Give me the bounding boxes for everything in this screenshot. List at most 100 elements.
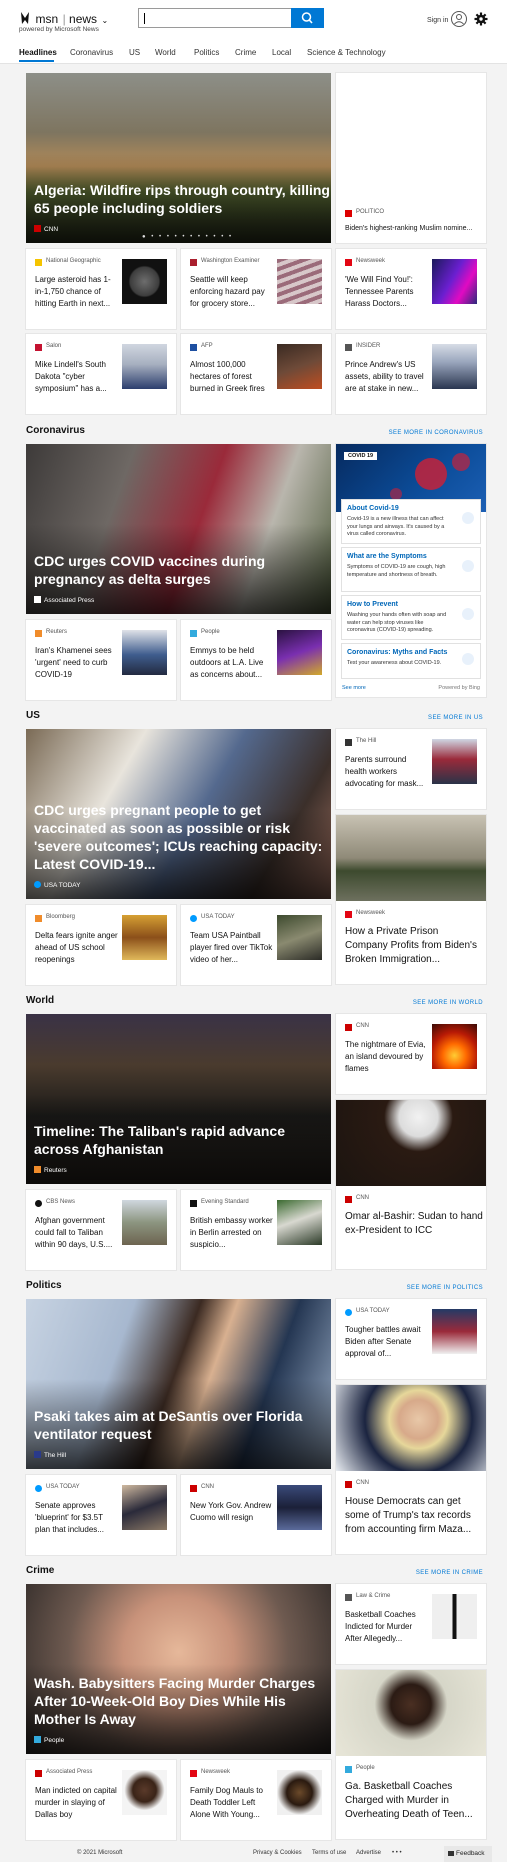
crime-hero-story[interactable]: Wash. Babysitters Facing Murder Charges … (26, 1584, 331, 1754)
carousel-dots[interactable]: ● • • • • • • • • • • • (142, 234, 233, 240)
politics-hero-story[interactable]: Psaki takes aim at DeSantis over Florida… (26, 1299, 331, 1469)
covid-about-item[interactable]: About Covid-19 Covid-19 is a new illness … (342, 500, 480, 543)
card-thumbnail (277, 1485, 322, 1530)
crime-card-1[interactable]: Associated Press Man indicted on capital … (26, 1760, 176, 1840)
us-card-1[interactable]: Bloomberg Delta fears ignite anger ahead … (26, 905, 176, 985)
tab-coronavirus[interactable]: Coronavirus (70, 48, 113, 57)
sign-in-link[interactable]: Sign in (427, 17, 448, 24)
covid-symptoms-item[interactable]: What are the Symptoms Symptoms of COVID-1… (342, 548, 480, 591)
card-title: Large asteroid has 1-in-1,750 chance of … (35, 275, 111, 308)
covid-prevent-item[interactable]: How to Prevent Washing your hands often w… (342, 596, 480, 639)
terms-link[interactable]: Terms of use (312, 1850, 346, 1856)
brand-msn: msn (35, 12, 59, 27)
world-card-2[interactable]: Evening Standard British embassy worker i… (181, 1190, 331, 1270)
card-title: British embassy worker in Berlin arreste… (190, 1216, 273, 1249)
active-tab-indicator (19, 60, 54, 62)
card-source: Bloomberg (46, 914, 76, 920)
top-card-5[interactable]: AFP Almost 100,000 hectares of forest bur… (181, 334, 331, 414)
top-hero-story[interactable]: Algeria: Wildfire rips through country, … (26, 73, 331, 243)
brand-news: news (69, 12, 98, 27)
crime-big-card[interactable]: People Ga. Basketball Coaches Charged wit… (336, 1670, 486, 1839)
politics-big-card[interactable]: CNN House Democrats can get some of Trump… (336, 1385, 486, 1554)
section-title-world: World (26, 995, 55, 1006)
crime-card-2[interactable]: Newsweek Family Dog Mauls to Death Toddle… (181, 1760, 331, 1840)
section-title-politics: Politics (26, 1280, 62, 1291)
top-card-1[interactable]: National Geographic Large asteroid has 1-… (26, 249, 176, 329)
us-hero-story[interactable]: CDC urges pregnant people to get vaccina… (26, 729, 331, 899)
tab-science-technology[interactable]: Science & Technology (307, 48, 386, 57)
top-card-3[interactable]: Newsweek 'We Will Find You!': Tennessee P… (336, 249, 486, 329)
coronavirus-card-2[interactable]: People Emmys to be held outdoors at L.A. … (181, 620, 331, 700)
card-title: Seattle will keep enforcing hazard pay f… (190, 275, 265, 308)
card-thumbnail (122, 630, 167, 675)
covid-myths-item[interactable]: Coronavirus: Myths and Facts Test your aw… (342, 644, 480, 678)
card-title: Team USA Paintball player fired over Tik… (190, 931, 273, 964)
politics-card-2[interactable]: CNN New York Gov. Andrew Cuomo will resig… (181, 1475, 331, 1555)
covid-info-widget: COVID 19 About Covid-19 Covid-19 is a new… (336, 444, 486, 697)
card-thumbnail (432, 259, 477, 304)
card-source: Newsweek (356, 910, 386, 916)
card-thumbnail (122, 259, 167, 304)
more-links-button[interactable]: • • • (392, 1850, 402, 1856)
coronavirus-hero-story[interactable]: CDC urges COVID vaccines during pregnanc… (26, 444, 331, 614)
covid-see-more-link[interactable]: See more (342, 685, 366, 691)
card-source: The Hill (356, 738, 377, 744)
tab-world[interactable]: World (155, 48, 176, 57)
category-nav: Headlines Coronavirus US World Politics … (0, 46, 507, 62)
card-title: Family Dog Mauls to Death Toddler Left A… (190, 1786, 263, 1819)
world-big-card[interactable]: CNN Omar al-Bashir: Sudan to hand ex-Pres… (336, 1100, 486, 1269)
hero-title: Timeline: The Taliban's rapid advance ac… (34, 1123, 285, 1157)
page-footer: © 2021 Microsoft Privacy & Cookies Terms… (0, 1846, 507, 1862)
tab-us[interactable]: US (129, 48, 140, 57)
card-thumbnail (277, 630, 322, 675)
tab-politics[interactable]: Politics (194, 48, 219, 57)
top-card-2[interactable]: Washington Examiner Seattle will keep enf… (181, 249, 331, 329)
see-more-coronavirus-link[interactable]: SEE MORE IN CORONAVIRUS (389, 430, 483, 436)
us-big-card[interactable]: Newsweek How a Private Prison Company Pro… (336, 815, 486, 984)
see-more-us-link[interactable]: SEE MORE IN US (428, 715, 483, 721)
privacy-link[interactable]: Privacy & Cookies (253, 1850, 302, 1856)
politics-side-card[interactable]: USA TODAY Tougher battles await Biden aft… (336, 1299, 486, 1379)
world-side-card[interactable]: CNN The nightmare of Evia, an island devo… (336, 1014, 486, 1094)
gear-icon[interactable] (474, 12, 488, 26)
politics-card-1[interactable]: USA TODAY Senate approves 'blueprint' for… (26, 1475, 176, 1555)
see-more-world-link[interactable]: SEE MORE IN WORLD (413, 1000, 483, 1006)
tab-headlines[interactable]: Headlines (19, 48, 57, 57)
world-hero-story[interactable]: Timeline: The Taliban's rapid advance ac… (26, 1014, 331, 1184)
powered-by-label: powered by Microsoft News (19, 26, 99, 33)
us-card-2[interactable]: USA TODAY Team USA Paintball player fired… (181, 905, 331, 985)
card-source: USA TODAY (46, 1484, 80, 1490)
advertise-link[interactable]: Advertise (356, 1850, 381, 1856)
card-title: Ga. Basketball Coaches Charged with Murd… (345, 1781, 473, 1820)
top-card-4[interactable]: Salon Mike Lindell's South Dakota "cyber … (26, 334, 176, 414)
chevron-down-icon[interactable]: ⌄ (102, 16, 109, 25)
section-title-crime: Crime (26, 1565, 55, 1576)
tab-local[interactable]: Local (272, 48, 291, 57)
card-source: CBS News (46, 1199, 76, 1205)
feedback-button[interactable]: Feedback (444, 1846, 492, 1862)
card-title: Basketball Coaches Indicted for Murder A… (345, 1610, 416, 1643)
ad-placeholder (336, 73, 486, 198)
world-card-1[interactable]: CBS News Afghan government could fall to … (26, 1190, 176, 1270)
search-button[interactable] (291, 8, 324, 28)
section-title-us: US (26, 710, 40, 721)
card-title: Delta fears ignite anger ahead of US sch… (35, 931, 118, 964)
see-more-crime-link[interactable]: SEE MORE IN CRIME (416, 1570, 483, 1576)
avatar-icon[interactable] (451, 11, 467, 27)
us-side-card[interactable]: The Hill Parents surround health workers … (336, 729, 486, 809)
card-title: Iran's Khamenei sees 'urgent' need to cu… (35, 646, 112, 679)
coronavirus-card-1[interactable]: Reuters Iran's Khamenei sees 'urgent' nee… (26, 620, 176, 700)
card-title: Biden's highest-ranking Muslim nomine... (345, 225, 473, 232)
tab-crime[interactable]: Crime (235, 48, 256, 57)
card-title: Mike Lindell's South Dakota "cyber sympo… (35, 360, 107, 393)
see-more-politics-link[interactable]: SEE MORE IN POLITICS (407, 1285, 483, 1291)
card-thumbnail (277, 915, 322, 960)
crime-side-card[interactable]: Law & Crime Basketball Coaches Indicted f… (336, 1584, 486, 1664)
top-card-6[interactable]: INSIDER Prince Andrew's US assets, abilit… (336, 334, 486, 414)
card-source: Reuters (46, 629, 68, 635)
card-title: Emmys to be held outdoors at L.A. Live a… (190, 646, 264, 679)
top-side-card[interactable]: POLITICO Biden's highest-ranking Muslim … (336, 73, 486, 243)
hero-title: CDC urges COVID vaccines during pregnanc… (34, 553, 266, 587)
card-title: Omar al-Bashir: Sudan to hand ex-Preside… (345, 1211, 483, 1236)
feedback-icon (448, 1851, 454, 1856)
